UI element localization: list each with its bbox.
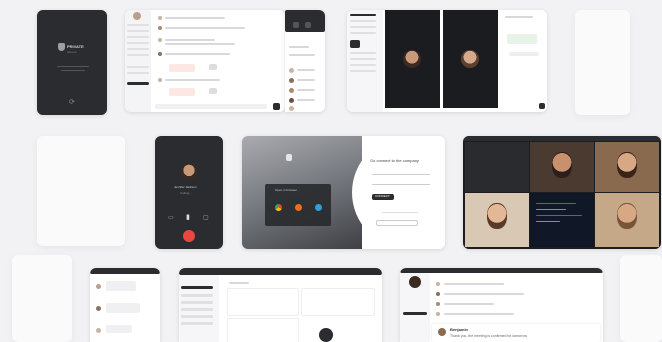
- login-heading: Go connect to the company: [370, 158, 419, 163]
- screen-share-tile[interactable]: [530, 193, 594, 247]
- shield-logo-icon: [58, 43, 65, 51]
- firefox-icon[interactable]: [295, 204, 302, 211]
- video-tile-participant-4[interactable]: [595, 193, 659, 247]
- messenger-window-1: [125, 10, 285, 112]
- mobile-chat-screen: [90, 268, 160, 342]
- placeholder-card: [620, 255, 662, 342]
- video-icon[interactable]: ▭: [168, 214, 174, 221]
- send-button[interactable]: [539, 103, 545, 109]
- avatar: [319, 328, 333, 342]
- avatar: [409, 276, 421, 288]
- caller-avatar: [181, 164, 197, 180]
- message-input[interactable]: [155, 104, 267, 109]
- incoming-call-phone: Jennifer Jackson Calling... ▭ ▮ ▢: [155, 136, 223, 249]
- brand-name: PRIVATE: [67, 44, 84, 49]
- connect-button[interactable]: CONNECT: [372, 194, 394, 200]
- sender-name: Benjamin: [450, 327, 469, 332]
- message-text: Thank you, the meeting is confirmed for …: [450, 334, 528, 338]
- edge-icon[interactable]: [315, 204, 322, 211]
- directory-window: [179, 268, 382, 342]
- logo-icon: [286, 154, 292, 161]
- username-input[interactable]: [372, 184, 430, 185]
- browser-prompt: Open in browser: [275, 188, 298, 192]
- chrome-icon[interactable]: [275, 204, 282, 211]
- brand-subtitle: Secure: [67, 50, 77, 54]
- hang-up-button[interactable]: [183, 230, 195, 242]
- chat-message-card: Benjamin Thank you, the meeting is confi…: [432, 324, 600, 342]
- group-chat-window: Benjamin Thank you, the meeting is confi…: [400, 268, 603, 342]
- fingerprint-icon[interactable]: ⟳: [69, 98, 75, 106]
- video-tile-participant-3[interactable]: [465, 193, 529, 247]
- camera-icon[interactable]: ▢: [203, 214, 209, 221]
- placeholder-card: [575, 10, 630, 115]
- video-conference-window: [463, 136, 661, 249]
- browser-picker-dialog: Open in browser: [265, 184, 331, 226]
- video-tile-participant-2[interactable]: [595, 142, 659, 192]
- lock-screen-phone: PRIVATE Secure ⟳: [37, 10, 107, 115]
- messenger-window-2: [347, 10, 547, 112]
- browser-login-screen: Open in browser Go connect to the compan…: [242, 136, 445, 249]
- video-tile-empty[interactable]: [465, 142, 529, 192]
- participant-avatar: [461, 50, 479, 68]
- server-input[interactable]: [372, 174, 430, 175]
- contacts-panel: [285, 10, 325, 112]
- placeholder-card: [12, 255, 72, 342]
- video-call-tile-1[interactable]: [385, 10, 440, 108]
- caller-name: Jennifer Jackson: [174, 185, 197, 189]
- avatar: [133, 12, 141, 20]
- participant-avatar: [403, 50, 421, 68]
- send-button[interactable]: [273, 103, 280, 110]
- call-status: Calling...: [180, 191, 192, 195]
- video-tile-participant-1[interactable]: [530, 142, 594, 192]
- video-call-tile-2[interactable]: [443, 10, 498, 108]
- microphone-icon[interactable]: ▮: [186, 213, 190, 221]
- sender-avatar: [438, 328, 446, 336]
- placeholder-card: [37, 136, 125, 246]
